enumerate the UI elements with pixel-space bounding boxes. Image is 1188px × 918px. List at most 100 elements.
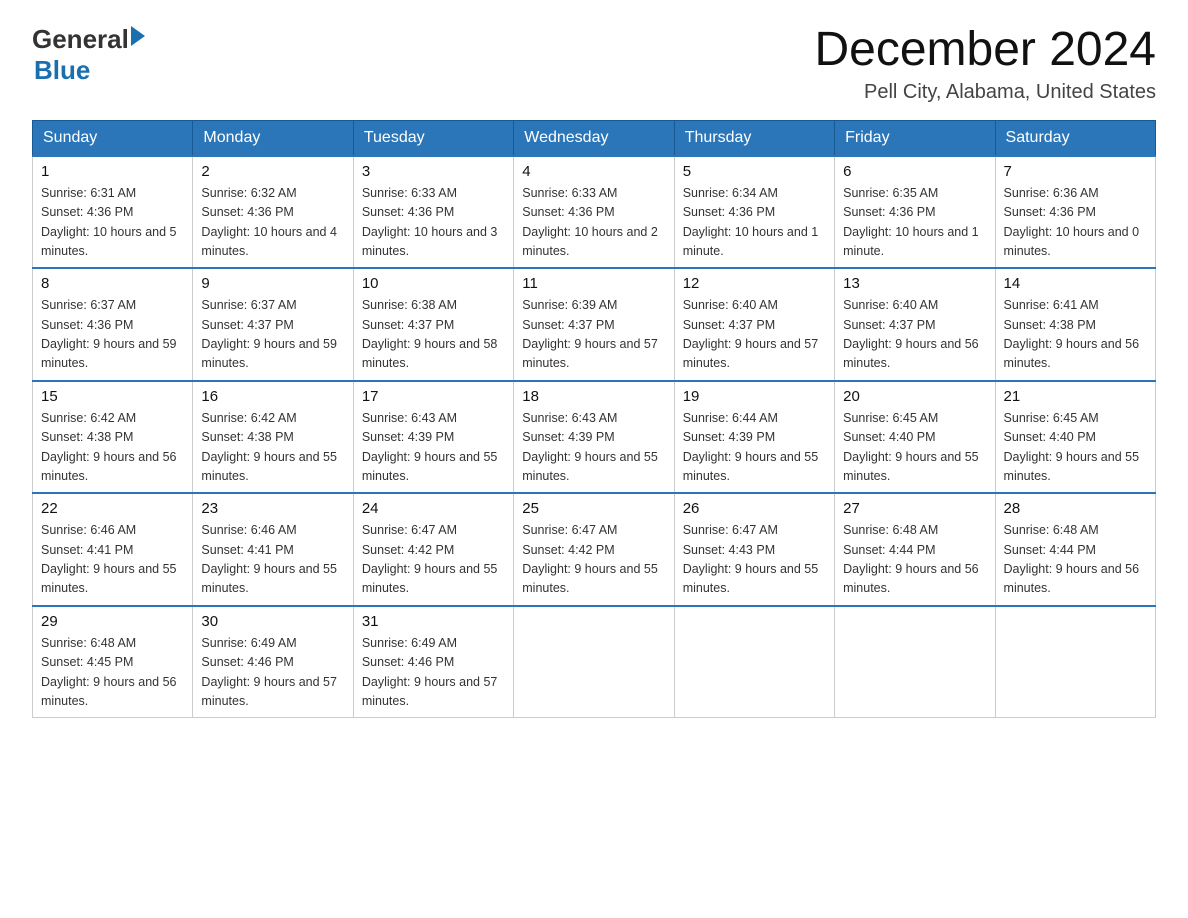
day-cell-27: 27 Sunrise: 6:48 AMSunset: 4:44 PMDayligh… xyxy=(835,493,995,606)
day-number: 16 xyxy=(201,388,344,405)
day-cell-10: 10 Sunrise: 6:38 AMSunset: 4:37 PMDayligh… xyxy=(353,268,513,381)
day-number: 12 xyxy=(683,275,826,292)
day-number: 4 xyxy=(522,163,665,180)
day-cell-15: 15Sunrise: 6:42 AMSunset: 4:38 PMDayligh… xyxy=(33,381,193,494)
day-number: 20 xyxy=(843,388,986,405)
day-cell-22: 22 Sunrise: 6:46 AMSunset: 4:41 PMDayligh… xyxy=(33,493,193,606)
day-number: 2 xyxy=(201,163,344,180)
day-cell-18: 18 Sunrise: 6:43 AMSunset: 4:39 PMDayligh… xyxy=(514,381,674,494)
day-info: Sunrise: 6:40 AMSunset: 4:37 PMDaylight:… xyxy=(683,296,826,374)
page-header: General Blue December 2024 Pell City, Al… xyxy=(32,24,1156,104)
day-info: Sunrise: 6:48 AMSunset: 4:45 PMDaylight:… xyxy=(41,634,184,712)
day-number: 5 xyxy=(683,163,826,180)
day-cell-1: 1Sunrise: 6:31 AMSunset: 4:36 PMDaylight… xyxy=(33,156,193,269)
day-number: 29 xyxy=(41,613,184,630)
day-info: Sunrise: 6:46 AMSunset: 4:41 PMDaylight:… xyxy=(41,521,184,599)
day-info: Sunrise: 6:49 AMSunset: 4:46 PMDaylight:… xyxy=(362,634,505,712)
day-cell-16: 16 Sunrise: 6:42 AMSunset: 4:38 PMDayligh… xyxy=(193,381,353,494)
day-number: 9 xyxy=(201,275,344,292)
day-info: Sunrise: 6:33 AMSunset: 4:36 PMDaylight:… xyxy=(522,184,665,262)
weekday-header-tuesday: Tuesday xyxy=(353,120,513,156)
day-info: Sunrise: 6:47 AMSunset: 4:42 PMDaylight:… xyxy=(362,521,505,599)
day-info: Sunrise: 6:37 AMSunset: 4:37 PMDaylight:… xyxy=(201,296,344,374)
weekday-header-row: SundayMondayTuesdayWednesdayThursdayFrid… xyxy=(33,120,1156,156)
day-info: Sunrise: 6:48 AMSunset: 4:44 PMDaylight:… xyxy=(843,521,986,599)
day-cell-4: 4 Sunrise: 6:33 AMSunset: 4:36 PMDaylight… xyxy=(514,156,674,269)
day-cell-24: 24Sunrise: 6:47 AMSunset: 4:42 PMDayligh… xyxy=(353,493,513,606)
day-info: Sunrise: 6:43 AMSunset: 4:39 PMDaylight:… xyxy=(522,409,665,487)
weekday-header-thursday: Thursday xyxy=(674,120,834,156)
day-info: Sunrise: 6:35 AMSunset: 4:36 PMDaylight:… xyxy=(843,184,986,262)
day-number: 21 xyxy=(1004,388,1147,405)
day-cell-12: 12 Sunrise: 6:40 AMSunset: 4:37 PMDayligh… xyxy=(674,268,834,381)
day-info: Sunrise: 6:34 AMSunset: 4:36 PMDaylight:… xyxy=(683,184,826,262)
weekday-header-saturday: Saturday xyxy=(995,120,1155,156)
week-row-2: 8 Sunrise: 6:37 AMSunset: 4:36 PMDaylight… xyxy=(33,268,1156,381)
day-cell-2: 2 Sunrise: 6:32 AMSunset: 4:36 PMDaylight… xyxy=(193,156,353,269)
day-number: 30 xyxy=(201,613,344,630)
calendar-table: SundayMondayTuesdayWednesdayThursdayFrid… xyxy=(32,120,1156,719)
day-number: 31 xyxy=(362,613,505,630)
day-info: Sunrise: 6:40 AMSunset: 4:37 PMDaylight:… xyxy=(843,296,986,374)
weekday-header-sunday: Sunday xyxy=(33,120,193,156)
week-row-4: 22 Sunrise: 6:46 AMSunset: 4:41 PMDayligh… xyxy=(33,493,1156,606)
day-cell-14: 14 Sunrise: 6:41 AMSunset: 4:38 PMDayligh… xyxy=(995,268,1155,381)
day-cell-26: 26 Sunrise: 6:47 AMSunset: 4:43 PMDayligh… xyxy=(674,493,834,606)
day-cell-28: 28Sunrise: 6:48 AMSunset: 4:44 PMDayligh… xyxy=(995,493,1155,606)
empty-cell xyxy=(674,606,834,718)
day-info: Sunrise: 6:41 AMSunset: 4:38 PMDaylight:… xyxy=(1004,296,1147,374)
day-number: 19 xyxy=(683,388,826,405)
day-info: Sunrise: 6:47 AMSunset: 4:43 PMDaylight:… xyxy=(683,521,826,599)
day-number: 23 xyxy=(201,500,344,517)
day-cell-30: 30 Sunrise: 6:49 AMSunset: 4:46 PMDayligh… xyxy=(193,606,353,718)
day-number: 26 xyxy=(683,500,826,517)
day-number: 14 xyxy=(1004,275,1147,292)
day-number: 11 xyxy=(522,275,665,292)
day-number: 22 xyxy=(41,500,184,517)
day-number: 17 xyxy=(362,388,505,405)
day-info: Sunrise: 6:45 AMSunset: 4:40 PMDaylight:… xyxy=(1004,409,1147,487)
day-number: 6 xyxy=(843,163,986,180)
day-number: 13 xyxy=(843,275,986,292)
empty-cell xyxy=(514,606,674,718)
day-number: 10 xyxy=(362,275,505,292)
day-cell-5: 5 Sunrise: 6:34 AMSunset: 4:36 PMDaylight… xyxy=(674,156,834,269)
day-number: 25 xyxy=(522,500,665,517)
weekday-header-friday: Friday xyxy=(835,120,995,156)
week-row-3: 15Sunrise: 6:42 AMSunset: 4:38 PMDayligh… xyxy=(33,381,1156,494)
day-number: 3 xyxy=(362,163,505,180)
week-row-5: 29 Sunrise: 6:48 AMSunset: 4:45 PMDayligh… xyxy=(33,606,1156,718)
day-info: Sunrise: 6:42 AMSunset: 4:38 PMDaylight:… xyxy=(41,409,184,487)
day-info: Sunrise: 6:37 AMSunset: 4:36 PMDaylight:… xyxy=(41,296,184,374)
day-number: 27 xyxy=(843,500,986,517)
empty-cell xyxy=(995,606,1155,718)
day-cell-7: 7Sunrise: 6:36 AMSunset: 4:36 PMDaylight… xyxy=(995,156,1155,269)
month-title: December 2024 xyxy=(814,24,1156,77)
day-info: Sunrise: 6:36 AMSunset: 4:36 PMDaylight:… xyxy=(1004,184,1147,262)
day-info: Sunrise: 6:33 AMSunset: 4:36 PMDaylight:… xyxy=(362,184,505,262)
day-info: Sunrise: 6:47 AMSunset: 4:42 PMDaylight:… xyxy=(522,521,665,599)
day-number: 8 xyxy=(41,275,184,292)
day-info: Sunrise: 6:45 AMSunset: 4:40 PMDaylight:… xyxy=(843,409,986,487)
day-cell-9: 9 Sunrise: 6:37 AMSunset: 4:37 PMDaylight… xyxy=(193,268,353,381)
day-info: Sunrise: 6:42 AMSunset: 4:38 PMDaylight:… xyxy=(201,409,344,487)
day-cell-11: 11 Sunrise: 6:39 AMSunset: 4:37 PMDayligh… xyxy=(514,268,674,381)
logo-blue-text: Blue xyxy=(34,55,145,86)
day-cell-13: 13 Sunrise: 6:40 AMSunset: 4:37 PMDayligh… xyxy=(835,268,995,381)
day-info: Sunrise: 6:32 AMSunset: 4:36 PMDaylight:… xyxy=(201,184,344,262)
day-cell-19: 19 Sunrise: 6:44 AMSunset: 4:39 PMDayligh… xyxy=(674,381,834,494)
day-info: Sunrise: 6:44 AMSunset: 4:39 PMDaylight:… xyxy=(683,409,826,487)
day-info: Sunrise: 6:38 AMSunset: 4:37 PMDaylight:… xyxy=(362,296,505,374)
week-row-1: 1Sunrise: 6:31 AMSunset: 4:36 PMDaylight… xyxy=(33,156,1156,269)
day-info: Sunrise: 6:49 AMSunset: 4:46 PMDaylight:… xyxy=(201,634,344,712)
weekday-header-wednesday: Wednesday xyxy=(514,120,674,156)
day-cell-6: 6 Sunrise: 6:35 AMSunset: 4:36 PMDaylight… xyxy=(835,156,995,269)
day-cell-3: 3 Sunrise: 6:33 AMSunset: 4:36 PMDaylight… xyxy=(353,156,513,269)
day-info: Sunrise: 6:39 AMSunset: 4:37 PMDaylight:… xyxy=(522,296,665,374)
day-number: 18 xyxy=(522,388,665,405)
location-text: Pell City, Alabama, United States xyxy=(814,81,1156,104)
day-info: Sunrise: 6:48 AMSunset: 4:44 PMDaylight:… xyxy=(1004,521,1147,599)
empty-cell xyxy=(835,606,995,718)
day-info: Sunrise: 6:43 AMSunset: 4:39 PMDaylight:… xyxy=(362,409,505,487)
day-cell-23: 23Sunrise: 6:46 AMSunset: 4:41 PMDayligh… xyxy=(193,493,353,606)
